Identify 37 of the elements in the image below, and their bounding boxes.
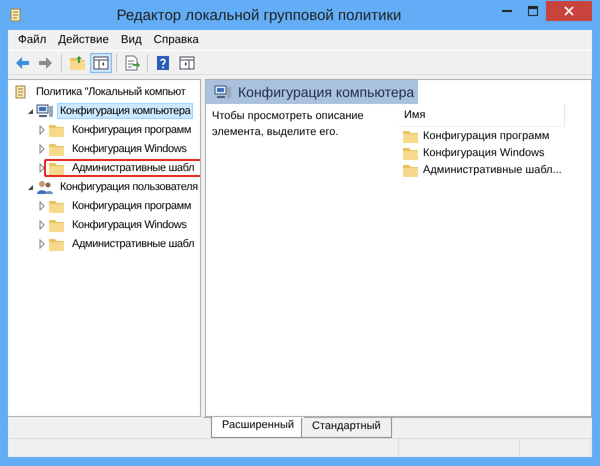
column-header[interactable]: Имя <box>398 104 565 127</box>
pane-icon <box>179 54 195 70</box>
back-arrow-icon <box>14 54 30 70</box>
list-item[interactable]: Конфигурация Windows <box>423 146 544 158</box>
computer-icon <box>36 102 54 118</box>
list-item[interactable]: Конфигурация программ <box>423 130 550 142</box>
window-title: Редактор локальной групповой политики <box>116 6 402 24</box>
tree-item[interactable]: Политика "Локальный компьют <box>33 84 188 100</box>
tree-item[interactable]: Конфигурация компьютера <box>57 102 194 118</box>
tree-item[interactable]: Конфигурация Windows <box>69 140 190 156</box>
close-button[interactable] <box>546 1 592 21</box>
tab[interactable]: Расширенный <box>211 417 305 438</box>
menu-item[interactable]: Файл <box>12 34 52 46</box>
tree-item[interactable]: Конфигурация пользователя <box>57 178 200 194</box>
list-item[interactable]: Административные шабл... <box>423 164 562 176</box>
menu-item[interactable]: Справка <box>148 34 205 46</box>
details-title: Конфигурация компьютера <box>238 84 414 100</box>
tree-item[interactable]: Административные шабл <box>69 236 198 252</box>
maximize-icon <box>528 6 538 16</box>
pane-icon <box>93 54 109 70</box>
help-icon <box>155 54 171 70</box>
folder-icon <box>69 54 85 70</box>
menu-item[interactable]: Действие <box>52 34 115 46</box>
tab[interactable]: Стандартный <box>301 418 392 438</box>
tree-item[interactable]: Конфигурация Windows <box>69 216 190 232</box>
tree-item[interactable]: Административные шабл <box>69 160 198 176</box>
tree-item[interactable]: Конфигурация программ <box>69 122 194 138</box>
tree-item[interactable]: Конфигурация программ <box>69 198 194 214</box>
close-icon <box>564 6 574 16</box>
list-export-icon <box>124 54 140 70</box>
forward-arrow-icon <box>38 54 54 70</box>
description-text: Чтобы просмотреть описание элемента, выделите его. <box>211 109 365 140</box>
minimize-icon <box>502 10 512 12</box>
computer-icon <box>214 84 232 100</box>
users-icon <box>36 178 54 194</box>
menu-item[interactable]: Вид <box>114 34 148 46</box>
toolbar-button[interactable] <box>90 52 112 72</box>
